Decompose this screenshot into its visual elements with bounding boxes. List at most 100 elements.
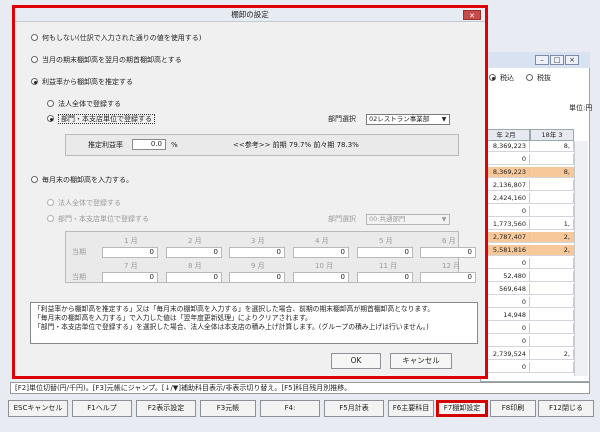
monthly-register-company[interactable]: 法人全体で登録する (47, 199, 121, 208)
fkey-button[interactable]: F2表示設定 (136, 400, 196, 417)
ok-button[interactable]: OK (331, 353, 381, 369)
monthly-box: 当期 1 月 0 2 月 0 3 月 0 4 月 0 5 月 0 6 月 0 当期 7 月 0 8 月 0 9 月 0… (65, 231, 476, 283)
grid-cell[interactable]: 0 (482, 206, 530, 217)
month-value-input[interactable]: 0 (102, 272, 158, 283)
dialog-title: 棚卸の設定 (15, 8, 485, 22)
grid-cell[interactable]: 8,369,223 (482, 167, 530, 178)
fkey-button[interactable]: F6主要科目 (388, 400, 434, 417)
month-value-input[interactable]: 0 (229, 272, 285, 283)
month-value-input[interactable]: 0 (166, 272, 222, 283)
column-header-feb: 年 2月 (482, 129, 530, 141)
grid-cell[interactable]: 0 (482, 154, 530, 165)
month-value-input[interactable]: 0 (293, 272, 349, 283)
grid-cell[interactable]: 2, (530, 232, 574, 243)
fkey-button[interactable]: F5月計表 (324, 400, 384, 417)
cancel-button[interactable]: キャンセル (390, 353, 452, 369)
fkey-button[interactable]: ESCキャンセル (8, 400, 68, 417)
dept-select-value: 02レストラン事業部 (369, 115, 430, 123)
percent-label: % (171, 141, 178, 149)
close-icon[interactable]: × (565, 55, 579, 65)
rate-register-company[interactable]: 法人全体で登録する (47, 100, 121, 109)
fkey-button[interactable]: F4: (260, 400, 320, 417)
dialog-close-icon[interactable]: ✕ (463, 10, 481, 20)
est-rate-input[interactable]: 0.0 (132, 139, 166, 150)
grid-cell[interactable] (530, 297, 574, 308)
grid-cell[interactable] (530, 154, 574, 165)
monthly-register-company-label: 法人全体で登録する (58, 199, 121, 207)
grid-cell[interactable] (530, 336, 574, 347)
grid-cell[interactable]: 1,773,560 (482, 219, 530, 230)
fkey-button[interactable]: F12閉じる (538, 400, 594, 417)
fkey-button[interactable]: F8印刷 (490, 400, 536, 417)
option-do-nothing-label: 何もしない(仕訳で入力された通りの値を使用する) (42, 34, 202, 42)
dept-select[interactable]: 02レストラン事業部 ▼ (366, 114, 450, 125)
fkey-button[interactable]: F7棚卸設定 (436, 400, 488, 417)
month-value-input[interactable]: 0 (357, 247, 413, 258)
month-label: 1 月 (124, 237, 138, 245)
grid-cell[interactable] (530, 310, 574, 321)
grid-cell[interactable] (530, 180, 574, 191)
grid-cell[interactable]: 52,480 (482, 271, 530, 282)
column-header-mar: 18年 3 (530, 129, 574, 141)
grid-cell[interactable]: 14,948 (482, 310, 530, 321)
grid-cell[interactable]: 2, (530, 245, 574, 256)
month-value-input[interactable]: 0 (293, 247, 349, 258)
grid-cell[interactable] (530, 258, 574, 269)
grid-cell[interactable] (530, 193, 574, 204)
option-estimate-by-rate[interactable]: 利益率から棚卸高を推定する (31, 78, 133, 87)
grid-cell[interactable]: 569,648 (482, 284, 530, 295)
monthly-register-dept-label: 部門・本支店単位で登録する (58, 215, 149, 223)
minimize-icon[interactable]: – (535, 55, 549, 65)
unit-label: 単位:円 (569, 104, 593, 112)
est-rate-label: 推定利益率 (88, 141, 123, 149)
grid-cell[interactable] (530, 271, 574, 282)
dept2-select-label: 部門選択 (328, 215, 356, 223)
info-note: 「利益率から棚卸高を推定する」又は「毎月末の棚卸高を入力する」を選択した場合、前… (30, 302, 478, 344)
grid-cell[interactable] (530, 362, 574, 373)
grid-cell[interactable]: 1, (530, 219, 574, 230)
option-monthly-input[interactable]: 毎月末の棚卸高を入力する。 (31, 176, 133, 185)
tax-excluded-radio[interactable]: 税抜 (526, 73, 551, 83)
vertical-scrollbar[interactable] (574, 141, 588, 376)
option-do-nothing[interactable]: 何もしない(仕訳で入力された通りの値を使用する) (31, 34, 201, 43)
rate-register-dept[interactable]: 部門・本支店単位で登録する (47, 114, 155, 124)
month-value-input[interactable]: 0 (420, 272, 476, 283)
grid-cell[interactable]: 0 (482, 336, 530, 347)
grid-cell[interactable]: 2,739,524 (482, 349, 530, 360)
grid-cell[interactable]: 2, (530, 349, 574, 360)
grid-cell[interactable]: 8, (530, 167, 574, 178)
option-carry-forward[interactable]: 当月の期末棚卸高を翌月の期首棚卸高とする (31, 56, 182, 65)
monthly-register-dept[interactable]: 部門・本支店単位で登録する (47, 215, 149, 224)
month-label: 9 月 (251, 262, 265, 270)
rate-register-dept-label: 部門・本支店単位で登録する (58, 114, 155, 124)
grid-cell[interactable]: 0 (482, 297, 530, 308)
tax-included-radio[interactable]: 税込 (489, 73, 514, 83)
fkey-button[interactable]: F3元帳 (200, 400, 256, 417)
month-value-input[interactable]: 0 (166, 247, 222, 258)
month-value-input[interactable]: 0 (229, 247, 285, 258)
month-label: 10 月 (315, 262, 334, 270)
grid-cell[interactable]: 8, (530, 141, 574, 152)
option-monthly-input-label: 毎月末の棚卸高を入力する。 (42, 176, 133, 184)
reference-rates: <<参考>> 前期 79.7% 前々期 78.3% (233, 141, 359, 149)
grid-cell[interactable]: 2,787,407 (482, 232, 530, 243)
grid-cell[interactable]: 8,369,223 (482, 141, 530, 152)
grid-cell[interactable]: 0 (482, 258, 530, 269)
grid-cell[interactable]: 0 (482, 362, 530, 373)
option-carry-forward-label: 当月の期末棚卸高を翌月の期首棚卸高とする (42, 56, 182, 64)
tax-included-label: 税込 (500, 74, 514, 82)
month-value-input[interactable]: 0 (102, 247, 158, 258)
grid-cell[interactable] (530, 323, 574, 334)
grid-cell[interactable]: 0 (482, 323, 530, 334)
grid-cell[interactable]: 2,424,160 (482, 193, 530, 204)
grid-cell[interactable]: 5,581,816 (482, 245, 530, 256)
grid-cell[interactable] (530, 284, 574, 295)
maximize-icon[interactable]: □ (550, 55, 564, 65)
fkey-button[interactable]: F1ヘルプ (72, 400, 132, 417)
grid-cell[interactable]: 2,136,807 (482, 180, 530, 191)
month-value-input[interactable]: 0 (420, 247, 476, 258)
grid-cell[interactable] (530, 206, 574, 217)
dept2-select[interactable]: 00:共通部門 ▼ (366, 214, 450, 225)
month-label: 6 月 (442, 237, 456, 245)
month-value-input[interactable]: 0 (357, 272, 413, 283)
